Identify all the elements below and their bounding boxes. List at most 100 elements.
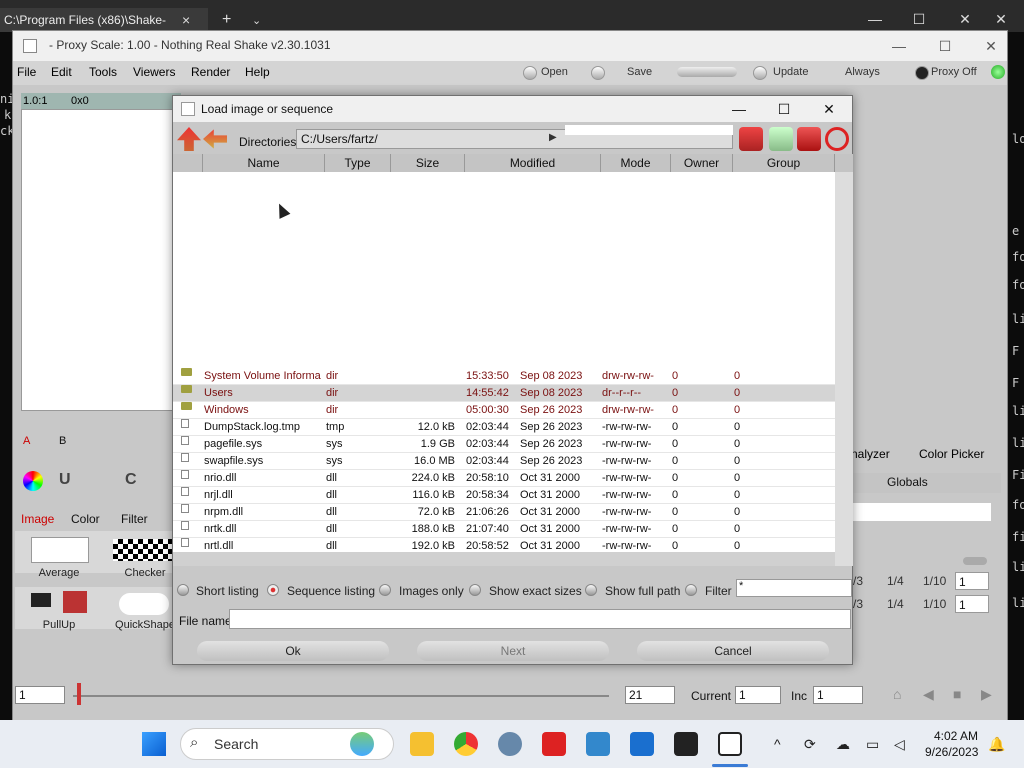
- terminal-icon[interactable]: [674, 732, 698, 756]
- file-list-scrollbar[interactable]: [835, 172, 853, 566]
- shake-taskbar-icon[interactable]: [718, 732, 742, 756]
- u-button[interactable]: U: [59, 471, 71, 489]
- bookmark-icon[interactable]: [739, 127, 763, 151]
- menu-viewers[interactable]: Viewers: [133, 65, 175, 79]
- terminal-maximize-button[interactable]: ☐: [896, 7, 942, 31]
- play-back-icon[interactable]: ◀: [923, 686, 934, 703]
- short-listing-radio[interactable]: [177, 584, 189, 596]
- shake-close-button[interactable]: ✕: [969, 35, 1013, 57]
- notification-bell-icon[interactable]: 🔔: [988, 736, 1005, 753]
- new-folder-icon[interactable]: [769, 127, 793, 151]
- file-row[interactable]: DumpStack.log.tmp tmp 12.0 kB 02:03:44 Sep 2…: [173, 419, 835, 436]
- tray-chevron-icon[interactable]: ^: [774, 736, 781, 752]
- timeline-start-field[interactable]: 1: [15, 686, 65, 704]
- volume-icon[interactable]: ◁: [894, 736, 905, 753]
- always-button[interactable]: Always: [845, 66, 880, 78]
- new-tab-button[interactable]: +: [222, 8, 231, 32]
- tab-analyzer[interactable]: nalyzer: [851, 447, 890, 461]
- proxy-button[interactable]: Proxy Off: [931, 66, 977, 78]
- terminal-minimize-button[interactable]: —: [852, 7, 898, 31]
- proxy-radio-icon[interactable]: [915, 66, 929, 80]
- update-button[interactable]: Update: [773, 66, 808, 78]
- search-label[interactable]: Search: [214, 736, 258, 752]
- ok-button[interactable]: Ok: [197, 641, 389, 661]
- column-size[interactable]: Size: [391, 154, 465, 172]
- refresh-icon[interactable]: [825, 127, 849, 151]
- file-explorer-icon[interactable]: [410, 732, 434, 756]
- file-row[interactable]: pagefile.sys sys 1.9 GB 02:03:44 Sep 26 2023…: [173, 436, 835, 453]
- shake-minimize-button[interactable]: —: [877, 35, 921, 57]
- tool-tab-image[interactable]: Image: [21, 512, 54, 526]
- color-wheel-icon[interactable]: [23, 471, 43, 491]
- full-path-label[interactable]: Show full path: [605, 584, 680, 598]
- full-path-radio[interactable]: [585, 584, 597, 596]
- update-radio-icon[interactable]: [753, 66, 767, 80]
- start-icon[interactable]: [142, 732, 166, 756]
- images-only-radio[interactable]: [379, 584, 391, 596]
- terminal-tab[interactable]: C:\Program Files (x86)\Shake-: [0, 8, 208, 32]
- cancel-button[interactable]: Cancel: [637, 641, 829, 661]
- ratio-option[interactable]: 1/4: [887, 597, 904, 611]
- column-mode[interactable]: Mode: [601, 154, 671, 172]
- column-modified[interactable]: Modified: [465, 154, 601, 172]
- back-icon[interactable]: [203, 129, 227, 149]
- c-button[interactable]: C: [125, 471, 137, 489]
- dialog-minimize-button[interactable]: —: [717, 98, 761, 120]
- exact-sizes-label[interactable]: Show exact sizes: [489, 584, 582, 598]
- globals-field[interactable]: [853, 503, 991, 521]
- filter-input[interactable]: *: [736, 579, 852, 597]
- column-owner[interactable]: Owner: [671, 154, 733, 172]
- save-radio-icon[interactable]: [591, 66, 605, 80]
- tab-color-picker[interactable]: Color Picker: [919, 447, 984, 461]
- terminal-close-button[interactable]: ✕: [942, 7, 988, 31]
- channel-b-button[interactable]: B: [59, 435, 66, 447]
- inc-field[interactable]: 1: [813, 686, 863, 704]
- dialog-maximize-button[interactable]: ☐: [762, 98, 806, 120]
- ratio-value-field[interactable]: 1: [955, 595, 989, 613]
- acrobat-icon[interactable]: [542, 732, 566, 756]
- clock-time[interactable]: 4:02 AM: [934, 729, 978, 743]
- file-list[interactable]: System Volume Informa dir 15:33:50 Sep 08 2…: [173, 172, 835, 566]
- ratio-option[interactable]: /3: [853, 597, 863, 611]
- stop-icon[interactable]: ■: [953, 686, 961, 702]
- menu-file[interactable]: File: [17, 65, 36, 79]
- file-row[interactable]: System Volume Informa dir 15:33:50 Sep 08 2…: [173, 368, 835, 385]
- horizontal-scrollbar[interactable]: [173, 552, 835, 566]
- play-forward-icon[interactable]: ▶: [981, 686, 992, 703]
- delete-icon[interactable]: [797, 127, 821, 151]
- widgets-icon[interactable]: [350, 732, 374, 756]
- open-button[interactable]: Open: [541, 66, 568, 78]
- short-listing-label[interactable]: Short listing: [196, 584, 259, 598]
- tab-globals[interactable]: Globals: [887, 475, 928, 489]
- slider-handle[interactable]: [963, 557, 987, 565]
- file-row[interactable]: nrio.dll dll 224.0 kB 20:58:10 Oct 31 2000 -r…: [173, 470, 835, 487]
- sync-icon[interactable]: ⟳: [804, 736, 816, 753]
- tool-tab-filter[interactable]: Filter: [121, 512, 148, 526]
- menu-tools[interactable]: Tools: [89, 65, 117, 79]
- column-type[interactable]: Type: [325, 154, 391, 172]
- edge-close-icon[interactable]: ✕: [986, 7, 1016, 31]
- menu-edit[interactable]: Edit: [51, 65, 72, 79]
- clock-date[interactable]: 9/26/2023: [925, 745, 978, 759]
- file-row[interactable]: swapfile.sys sys 16.0 MB 02:03:44 Sep 26 202…: [173, 453, 835, 470]
- file-name-input[interactable]: [229, 609, 851, 629]
- file-row[interactable]: Users dir 14:55:42 Sep 08 2023 dr--r--r-- 0 0: [173, 385, 835, 402]
- menu-render[interactable]: Render: [191, 65, 230, 79]
- ratio-option[interactable]: 1/10: [923, 574, 946, 588]
- open-radio-icon[interactable]: [523, 66, 537, 80]
- images-only-label[interactable]: Images only: [399, 584, 464, 598]
- terminal-tab-close-icon[interactable]: ×: [182, 8, 190, 32]
- file-row[interactable]: Windows dir 05:00:30 Sep 26 2023 drw-rw-rw- 0…: [173, 402, 835, 419]
- filter-radio[interactable]: [685, 584, 697, 596]
- file-row[interactable]: nrpm.dll dll 72.0 kB 21:06:26 Oct 31 2000 -rw…: [173, 504, 835, 521]
- ratio-value-field[interactable]: 1: [955, 572, 989, 590]
- file-row[interactable]: nrtk.dll dll 188.0 kB 21:07:40 Oct 31 2000 -r…: [173, 521, 835, 538]
- directory-go-icon[interactable]: ▶: [549, 132, 557, 143]
- ratio-option[interactable]: /3: [853, 574, 863, 588]
- channel-a-button[interactable]: A: [23, 435, 30, 447]
- network-icon[interactable]: ▭: [866, 736, 879, 753]
- notepad-icon[interactable]: [586, 732, 610, 756]
- shake-maximize-button[interactable]: ☐: [923, 35, 967, 57]
- settings-icon[interactable]: [498, 732, 522, 756]
- timeline-playhead[interactable]: [77, 683, 81, 705]
